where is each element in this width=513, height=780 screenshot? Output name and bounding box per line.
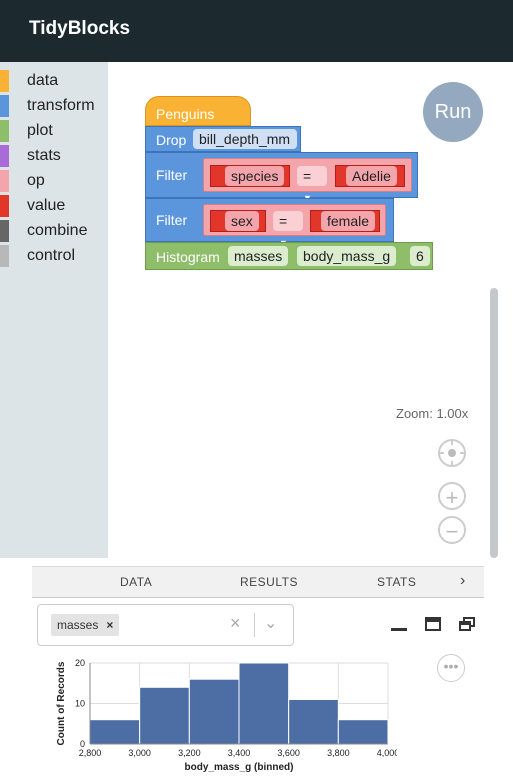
drop-block-label: Drop	[156, 132, 187, 148]
category-label: op	[27, 172, 45, 189]
restore-icon[interactable]	[459, 617, 475, 631]
x-tick-label: 3,000	[128, 748, 151, 758]
toolbox-category-plot[interactable]: plot	[0, 120, 108, 142]
category-label: data	[27, 72, 59, 89]
histogram-bar	[89, 719, 141, 745]
chevron-down-icon[interactable]: ⌄	[264, 613, 277, 633]
histogram-bar	[139, 686, 190, 745]
equals-op-block[interactable]: sex = ▼ female	[203, 204, 386, 248]
app-title: TidyBlocks	[29, 18, 131, 39]
toolbox-category-control[interactable]: control	[0, 245, 108, 267]
zoom-in-button[interactable]: +	[438, 482, 466, 510]
operator-dropdown[interactable]: = ▼	[273, 211, 303, 248]
result-selector[interactable]: masses × × ⌄	[37, 604, 294, 646]
target-icon	[440, 441, 464, 465]
toolbox-category-combine[interactable]: combine	[0, 220, 108, 242]
filter-block-label: Filter	[156, 212, 188, 228]
category-swatch	[0, 145, 9, 167]
tab-stats[interactable]: STATS	[377, 575, 416, 589]
operator-value: =	[279, 213, 288, 229]
filter-species-block[interactable]: Filter species = ▼ Adelie	[145, 152, 418, 203]
recenter-button[interactable]	[438, 439, 466, 467]
filter-sex-block[interactable]: Filter sex = ▼ female	[145, 198, 394, 248]
zoom-level: Zoom: 1.00x	[396, 406, 469, 421]
category-swatch	[0, 195, 9, 217]
operator-value: =	[303, 168, 312, 184]
x-tick-label: 4,000	[377, 748, 397, 758]
app-header: TidyBlocks	[0, 0, 513, 62]
sex-field[interactable]: sex	[225, 211, 259, 231]
category-swatch	[0, 95, 9, 117]
penguins-block-label: Penguins	[156, 106, 215, 122]
histogram-bar	[188, 678, 240, 745]
penguins-block[interactable]: Penguins	[145, 96, 251, 126]
selected-result-chip[interactable]: masses ×	[51, 614, 120, 636]
selected-result-label: masses	[57, 618, 99, 632]
female-field[interactable]: female	[321, 211, 376, 231]
results-tab-bar: DATA RESULTS STATS ›	[32, 566, 484, 598]
tab-results[interactable]: RESULTS	[240, 575, 298, 589]
adelie-field[interactable]: Adelie	[346, 166, 397, 186]
selector-divider	[254, 613, 255, 637]
histogram-bar	[288, 698, 339, 745]
block-toolbox: data transform plot stats op value combi…	[0, 62, 108, 558]
species-field[interactable]: species	[225, 166, 285, 186]
chevron-right-icon[interactable]: ›	[460, 572, 466, 590]
category-swatch	[0, 70, 9, 92]
category-swatch	[0, 170, 9, 192]
sex-value-block[interactable]: sex	[210, 210, 266, 232]
operator-dropdown[interactable]: = ▼	[297, 166, 327, 203]
toolbox-category-value[interactable]: value	[0, 195, 108, 217]
x-tick-label: 3,400	[228, 748, 251, 758]
category-label: value	[27, 197, 66, 214]
x-tick-label: 3,600	[277, 748, 300, 758]
category-swatch	[0, 220, 9, 242]
equals-op-block[interactable]: species = ▼ Adelie	[203, 158, 412, 203]
histogram-name-field[interactable]: masses	[228, 246, 289, 266]
maximize-icon[interactable]	[425, 617, 441, 631]
category-label: transform	[27, 97, 95, 114]
histogram-chart: 010202,800 3,000 3,200 3,400 3,600 3,800 4,000…	[56, 658, 397, 773]
female-value-block[interactable]: female	[310, 210, 380, 232]
y-axis-title: Count of Records	[56, 661, 67, 745]
histogram-bins-field[interactable]: 6	[410, 246, 430, 266]
category-swatch	[0, 245, 9, 267]
x-tick-label: 2,800	[79, 748, 102, 758]
x-axis-title: body_mass_g (binned)	[185, 762, 294, 773]
adelie-value-block[interactable]: Adelie	[335, 165, 405, 187]
histogram-bar	[238, 662, 290, 745]
category-label: plot	[27, 122, 53, 139]
drop-column-field[interactable]: bill_depth_mm	[193, 129, 297, 149]
minimize-icon[interactable]	[391, 628, 407, 631]
histogram-block[interactable]: Histogram masses body_mass_g 6	[145, 242, 433, 270]
minus-icon: −	[445, 519, 459, 544]
category-swatch	[0, 120, 9, 142]
species-value-block[interactable]: species	[210, 165, 290, 187]
toolbox-category-data[interactable]: data	[0, 70, 108, 92]
run-button[interactable]: Run	[423, 82, 483, 142]
histogram-block-label: Histogram	[156, 249, 220, 265]
toolbox-category-transform[interactable]: transform	[0, 95, 108, 117]
toolbox-category-stats[interactable]: stats	[0, 145, 108, 167]
category-label: combine	[27, 222, 88, 239]
drop-block[interactable]: Drop bill_depth_mm	[145, 126, 301, 152]
workspace-scrollbar[interactable]	[490, 288, 498, 558]
y-tick-label: 10	[75, 699, 85, 709]
toolbox-category-op[interactable]: op	[0, 170, 108, 192]
histogram-bar	[337, 719, 389, 745]
tab-data[interactable]: DATA	[120, 575, 152, 589]
clear-icon[interactable]: ×	[230, 613, 241, 634]
remove-chip-icon[interactable]: ×	[106, 618, 113, 632]
more-actions-button[interactable]: •••	[437, 654, 465, 682]
category-label: stats	[27, 147, 61, 164]
x-tick-label: 3,200	[178, 748, 201, 758]
ellipsis-icon: •••	[443, 658, 459, 674]
y-tick-label: 20	[75, 658, 85, 668]
histogram-column-field[interactable]: body_mass_g	[297, 246, 397, 266]
x-tick-label: 3,800	[327, 748, 350, 758]
plus-icon: +	[445, 485, 459, 510]
filter-block-label: Filter	[156, 167, 188, 183]
category-label: control	[27, 247, 76, 264]
zoom-out-button[interactable]: −	[438, 516, 466, 544]
